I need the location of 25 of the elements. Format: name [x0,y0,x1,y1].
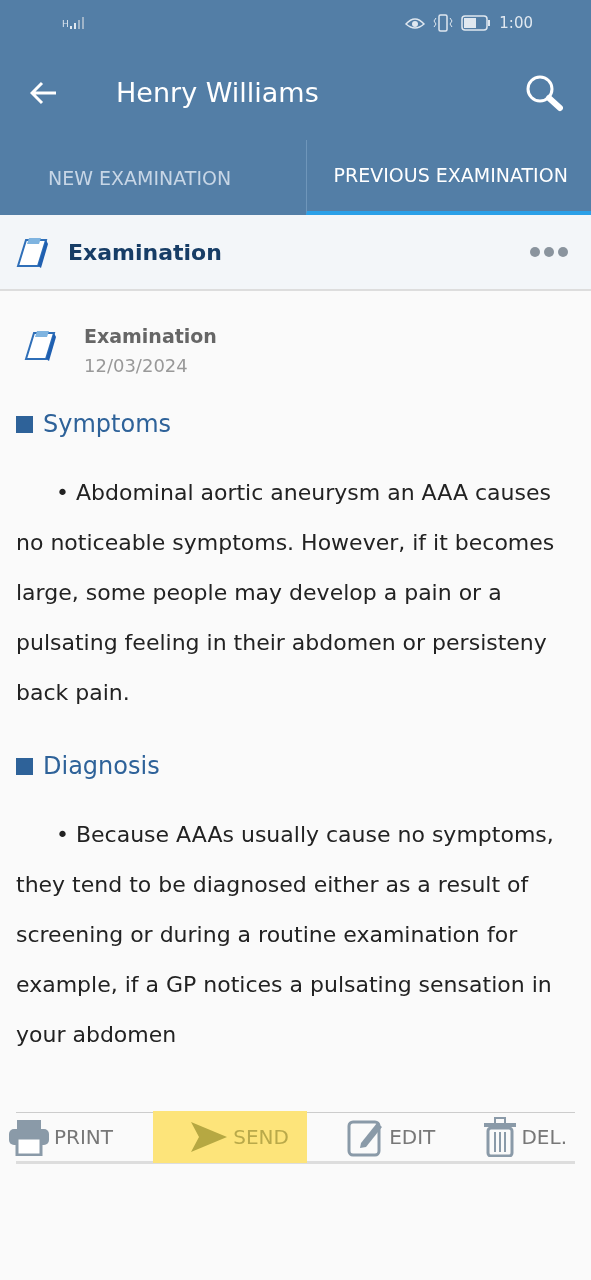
section-title: Examination [68,239,223,265]
printer-icon [8,1118,50,1156]
clock-time: 1:00 [499,13,533,32]
tab[interactable]: NEW EXAMINATION [0,140,306,215]
square-icon [16,757,33,775]
search-icon[interactable] [525,73,563,112]
battery-icon [461,14,492,31]
delete-button[interactable]: DEL. [475,1111,575,1163]
patient-name: Henry Williams [116,77,320,108]
eye-icon [405,15,426,30]
signal-icon [69,16,84,29]
square-icon [16,415,33,433]
more-icon[interactable] [529,246,569,258]
trash-icon [483,1117,518,1157]
paragraph: • Abdominal aortic aneurysm an AAA causes no noticeable symptoms. However, if it becomes large, some people may develop a pain or a pulsating feeling in their abdomen or persisteny back pain. [16,479,556,707]
edit-button[interactable]: EDIT [339,1111,444,1163]
record-title: Examination [84,325,217,347]
print-button[interactable]: PRINT [0,1111,122,1163]
paragraph: • Because AAAs usually cause no symptoms, they tend to be diagnosed either as a result of screening or during a routine examination for example, if a GP notices a pulsating sensation in your abdomen [16,821,555,1049]
section-heading: Diagnosis [43,752,160,780]
record-date: 12/03/2024 [84,355,189,376]
back-arrow-icon[interactable] [30,80,58,105]
network-type: H [62,18,69,29]
section-heading: Symptoms [43,410,172,438]
vibrate-icon [433,13,454,32]
